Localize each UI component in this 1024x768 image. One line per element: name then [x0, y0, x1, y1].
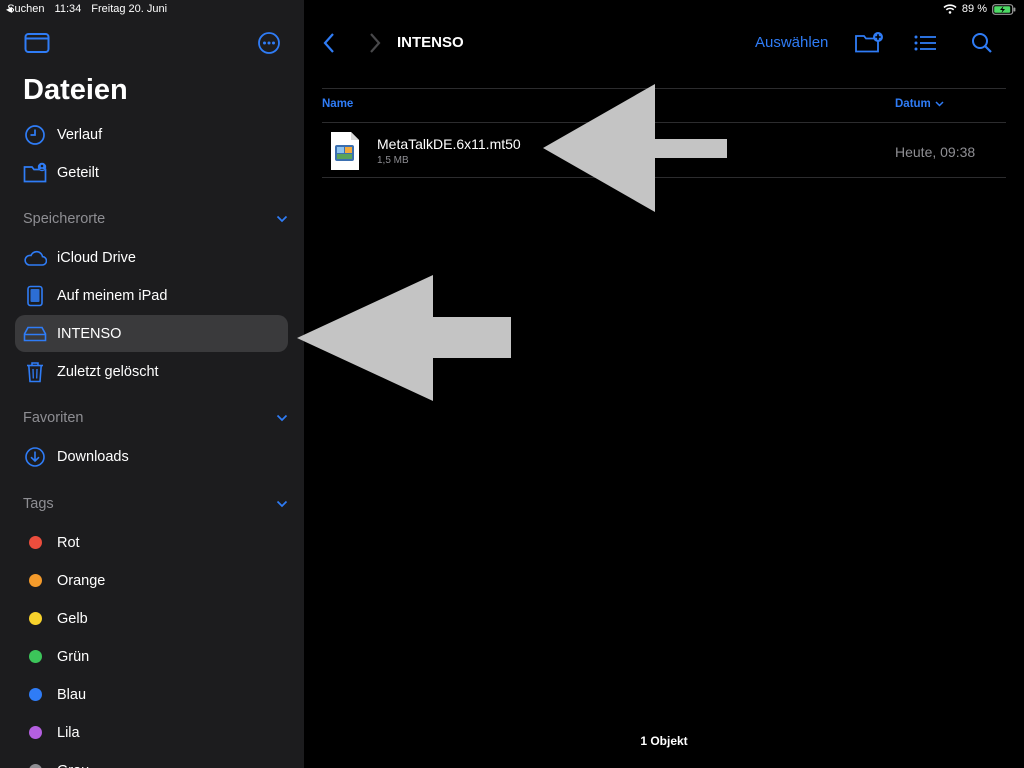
tag-color-dot-icon [23, 607, 47, 631]
section-header-label: Speicherorte [23, 211, 106, 227]
sidebar-item-label: Auf meinem iPad [57, 287, 168, 304]
sidebar-item-on-my-ipad[interactable]: Auf meinem iPad [15, 277, 288, 314]
status-bar-right: 89 % [943, 3, 1016, 15]
tag-dot [28, 688, 42, 701]
back-chevron-icon[interactable] [320, 30, 340, 56]
sidebar-tag-item[interactable]: Rot [15, 524, 288, 561]
tag-color-dot-icon [23, 531, 47, 555]
sidebar-item-geteilt[interactable]: Geteilt [15, 154, 288, 191]
folder-title: INTENSO [397, 34, 464, 51]
section-header-label: Tags [23, 496, 54, 512]
trash-icon [23, 360, 47, 384]
sidebar-item-verlauf[interactable]: Verlauf [15, 116, 288, 153]
sidebar-tag-item[interactable]: Blau [15, 676, 288, 713]
sidebar-title: Dateien [23, 74, 128, 106]
tag-dot [28, 726, 42, 739]
battery-charging-icon [992, 3, 1016, 15]
sidebar-item-icloud-drive[interactable]: iCloud Drive [15, 239, 288, 276]
status-bar-left: ◀ Suchen 11:34 Freitag 20. Juni [6, 3, 167, 15]
status-time: 11:34 [54, 3, 82, 15]
tag-color-dot-icon [23, 759, 47, 768]
forward-chevron-icon[interactable] [364, 30, 384, 56]
sidebar-item-intenso[interactable]: INTENSO [15, 315, 288, 352]
section-header-favorites[interactable]: Favoriten [23, 410, 288, 426]
sidebar-item-label: Downloads [57, 448, 129, 465]
wifi-icon [943, 4, 957, 14]
tag-dot [28, 612, 42, 625]
file-row[interactable]: MetaTalkDE.6x11.mt50 1,5 MB Heute, 09:38 [322, 123, 1006, 178]
sidebar-tag-item[interactable]: Grün [15, 638, 288, 675]
sidebar-item-label: Grau [57, 763, 89, 768]
sidebar-item-label: Zuletzt gelöscht [57, 363, 159, 380]
column-header-name[interactable]: Name [322, 98, 353, 110]
section-header-locations[interactable]: Speicherorte [23, 211, 288, 227]
tag-dot [28, 764, 42, 768]
row-divider [322, 177, 1006, 178]
drive-icon [23, 322, 47, 346]
download-icon [23, 445, 47, 469]
header-divider [322, 88, 1006, 89]
sidebar-tag-item[interactable]: Grau [15, 752, 288, 768]
sidebar-item-label: iCloud Drive [57, 249, 136, 266]
sidebar-tag-item[interactable]: Gelb [15, 600, 288, 637]
tag-dot [28, 574, 42, 587]
chevron-down-icon [276, 500, 288, 508]
battery-percent: 89 % [961, 3, 987, 15]
sidebar-item-label: Gelb [57, 610, 88, 627]
sidebar: ◀ Suchen 11:34 Freitag 20. Juni Dateien … [0, 0, 304, 768]
document-icon [331, 132, 359, 170]
sidebar-item-label: Grün [57, 648, 90, 665]
sort-chevron-icon [935, 101, 944, 107]
column-header-date[interactable]: Datum [895, 98, 944, 110]
sidebar-item-label: Lila [57, 724, 80, 741]
sidebar-toggle-icon[interactable] [24, 31, 50, 55]
shared-folder-icon [23, 161, 47, 185]
sidebar-item-label: Verlauf [57, 126, 103, 143]
search-icon[interactable] [968, 30, 998, 56]
chevron-down-icon [276, 414, 288, 422]
back-to-app-link[interactable]: ◀ Suchen [6, 3, 45, 15]
item-count: 1 Objekt [640, 734, 688, 748]
column-header-date-label: Datum [895, 98, 931, 110]
sidebar-item-label: Rot [57, 534, 80, 551]
tag-color-dot-icon [23, 645, 47, 669]
section-header-tags[interactable]: Tags [23, 496, 288, 512]
status-date: Freitag 20. Juni [91, 3, 168, 15]
file-name: MetaTalkDE.6x11.mt50 [377, 136, 521, 152]
select-button[interactable]: Auswählen [755, 34, 828, 51]
sidebar-item-label: INTENSO [57, 325, 122, 342]
chevron-down-icon [276, 215, 288, 223]
tag-dot [28, 650, 42, 663]
sidebar-item-downloads[interactable]: Downloads [15, 438, 288, 475]
section-header-label: Favoriten [23, 410, 84, 426]
back-app-label: Suchen [7, 3, 45, 15]
list-view-icon[interactable] [911, 30, 941, 56]
tag-color-dot-icon [23, 683, 47, 707]
cloud-icon [23, 246, 47, 270]
tag-color-dot-icon [23, 569, 47, 593]
sidebar-item-label: Blau [57, 686, 87, 703]
more-options-icon[interactable] [256, 31, 282, 55]
sidebar-tag-item[interactable]: Lila [15, 714, 288, 751]
sidebar-item-label: Orange [57, 572, 106, 589]
file-size: 1,5 MB [377, 155, 409, 166]
sidebar-tag-item[interactable]: Orange [15, 562, 288, 599]
clock-icon [23, 123, 47, 147]
ipad-icon [23, 284, 47, 308]
sidebar-item-label: Geteilt [57, 164, 99, 181]
new-folder-icon[interactable] [854, 30, 884, 56]
sidebar-item-recently-deleted[interactable]: Zuletzt gelöscht [15, 353, 288, 390]
tag-color-dot-icon [23, 721, 47, 745]
file-modified-date: Heute, 09:38 [895, 144, 976, 160]
file-browser: 89 % INTENSO Auswählen Name Datum MetaTa… [304, 0, 1024, 768]
tag-dot [28, 536, 42, 549]
